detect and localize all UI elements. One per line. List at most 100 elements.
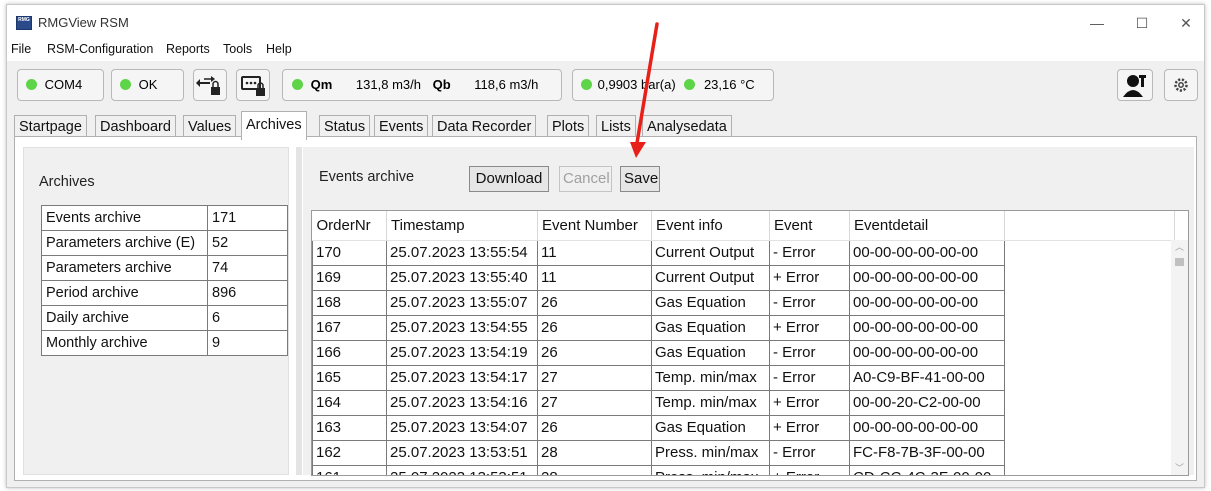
cell-timestamp: 25.07.2023 13:53:51: [386, 439, 538, 466]
column-header-eventdetail[interactable]: Eventdetail: [849, 211, 1005, 241]
column-header-timestamp[interactable]: Timestamp: [386, 211, 538, 241]
archive-count: 6: [207, 305, 288, 331]
cell-event-number: 28: [537, 439, 652, 466]
cell-event: + Error: [769, 389, 850, 416]
column-header-event-info[interactable]: Event info: [651, 211, 770, 241]
archive-row[interactable]: Period archive 896: [41, 280, 288, 306]
connection-status-icon: [120, 79, 131, 91]
cell-event-number: 26: [537, 339, 652, 366]
table-row[interactable]: 165 25.07.2023 13:54:17 27 Temp. min/max - E…: [312, 364, 1175, 391]
table-row[interactable]: 170 25.07.2023 13:55:54 11 Current Output - …: [312, 239, 1175, 266]
scroll-down-icon[interactable]: ﹀: [1171, 461, 1188, 475]
port-indicator[interactable]: COM4: [17, 69, 104, 101]
archive-count: 171: [207, 205, 288, 231]
table-row[interactable]: 168 25.07.2023 13:55:07 26 Gas Equation - Er…: [312, 289, 1175, 316]
menu-file[interactable]: File: [11, 42, 31, 56]
cell-eventdetail: 00-00-00-00-00-00: [849, 264, 1005, 291]
save-button[interactable]: Save: [620, 166, 660, 192]
cell-event-info: Temp. min/max: [651, 364, 770, 391]
qm-value: 131,8 m3/h: [355, 77, 421, 92]
archive-count: 74: [207, 255, 288, 281]
cell-ordernr: 169: [312, 264, 387, 291]
cancel-button[interactable]: Cancel: [559, 166, 612, 192]
cell-filler: [1004, 390, 1175, 415]
settings-button[interactable]: [1164, 69, 1198, 101]
archives-table: Events archive 171 Parameters archive (E) 5…: [41, 205, 288, 356]
table-row[interactable]: 167 25.07.2023 13:54:55 26 Gas Equation + Er…: [312, 314, 1175, 341]
lock-transfer-button[interactable]: [193, 69, 227, 101]
cell-timestamp: 25.07.2023 13:55:40: [386, 264, 538, 291]
app-logo-icon: RMG: [16, 16, 32, 30]
cell-event-info: Press. min/max: [651, 439, 770, 466]
panel-splitter[interactable]: [296, 147, 302, 475]
cell-event-number: 11: [537, 264, 652, 291]
column-header-event[interactable]: Event: [769, 211, 850, 241]
cell-event: - Error: [769, 439, 850, 466]
device-lock-button[interactable]: [236, 69, 270, 101]
qm-label: Qm: [310, 77, 333, 92]
cell-event: + Error: [769, 314, 850, 341]
cell-ordernr: 161: [312, 464, 387, 475]
cell-event: - Error: [769, 239, 850, 266]
scroll-thumb[interactable]: [1175, 258, 1184, 266]
cell-filler: [1004, 415, 1175, 440]
pressure-temperature-readout: 0,9903 bar(a) 23,16 °C: [572, 69, 774, 101]
connection-indicator[interactable]: OK: [111, 69, 184, 101]
cell-eventdetail: 00-00-00-00-00-00: [849, 239, 1005, 266]
archive-row[interactable]: Parameters archive (E) 52: [41, 230, 288, 256]
cell-ordernr: 170: [312, 239, 387, 266]
table-row[interactable]: 166 25.07.2023 13:54:19 26 Gas Equation - Er…: [312, 339, 1175, 366]
vertical-scrollbar[interactable]: ︿ ﹀: [1171, 240, 1188, 475]
archive-name: Parameters archive (E): [41, 230, 208, 256]
menu-rsm-configuration[interactable]: RSM-Configuration: [47, 42, 153, 56]
cell-event-number: 27: [537, 364, 652, 391]
archive-count: 896: [207, 280, 288, 306]
user-login-button[interactable]: [1117, 69, 1153, 101]
table-row[interactable]: 164 25.07.2023 13:54:16 27 Temp. min/max + E…: [312, 389, 1175, 416]
menu-reports[interactable]: Reports: [166, 42, 210, 56]
column-header-event-number[interactable]: Event Number: [537, 211, 652, 241]
download-button[interactable]: Download: [469, 166, 549, 192]
table-row[interactable]: 162 25.07.2023 13:53:51 28 Press. min/max - …: [312, 439, 1175, 466]
archive-row[interactable]: Monthly archive 9: [41, 330, 288, 356]
cell-event-number: 26: [537, 414, 652, 441]
cell-event: - Error: [769, 289, 850, 316]
minimize-button[interactable]: —: [1082, 13, 1112, 33]
cell-filler: [1004, 290, 1175, 315]
events-header-row: OrderNr Timestamp Event Number Event inf…: [312, 211, 1175, 241]
cell-event-info: Gas Equation: [651, 289, 770, 316]
table-row[interactable]: 163 25.07.2023 13:54:07 26 Gas Equation + Er…: [312, 414, 1175, 441]
cell-eventdetail: 00-00-00-00-00-00: [849, 339, 1005, 366]
archive-name: Monthly archive: [41, 330, 208, 356]
tab-archives[interactable]: Archives: [241, 111, 307, 140]
table-row[interactable]: 16125.07.2023 13:53:5128Press. min/max+ …: [312, 464, 1175, 475]
cell-ordernr: 168: [312, 289, 387, 316]
cell-timestamp: 25.07.2023 13:54:55: [386, 314, 538, 341]
cell-timestamp: 25.07.2023 13:55:54: [386, 239, 538, 266]
cell-event-number: 26: [537, 314, 652, 341]
column-header-ordernr[interactable]: OrderNr: [312, 211, 387, 241]
cell-eventdetail: FC-F8-7B-3F-00-00: [849, 439, 1005, 466]
events-archive-panel: Events archive Download Cancel Save Orde…: [303, 147, 1194, 476]
archive-row[interactable]: Parameters archive 74: [41, 255, 288, 281]
menu-help[interactable]: Help: [266, 42, 292, 56]
cell-event-number: 26: [537, 289, 652, 316]
cell-event-info: Gas Equation: [651, 339, 770, 366]
close-button[interactable]: ✕: [1171, 13, 1201, 33]
menu-tools[interactable]: Tools: [223, 42, 252, 56]
cell-timestamp: 25.07.2023 13:55:07: [386, 289, 538, 316]
archive-name: Events archive: [41, 205, 208, 231]
events-grid[interactable]: OrderNr Timestamp Event Number Event inf…: [311, 210, 1189, 476]
scroll-up-icon[interactable]: ︿: [1171, 240, 1188, 255]
maximize-button[interactable]: ☐: [1127, 13, 1157, 33]
connection-status-label: OK: [138, 77, 158, 92]
archive-row[interactable]: Events archive 171: [41, 205, 288, 231]
archive-row[interactable]: Daily archive 6: [41, 305, 288, 331]
table-row[interactable]: 169 25.07.2023 13:55:40 11 Current Output + …: [312, 264, 1175, 291]
user-icon: [1123, 75, 1146, 97]
cell-ordernr: 164: [312, 389, 387, 416]
archive-count: 9: [207, 330, 288, 356]
archive-name: Period archive: [41, 280, 208, 306]
archive-name: Parameters archive: [41, 255, 208, 281]
qb-value: 118,6 m3/h: [474, 77, 539, 92]
